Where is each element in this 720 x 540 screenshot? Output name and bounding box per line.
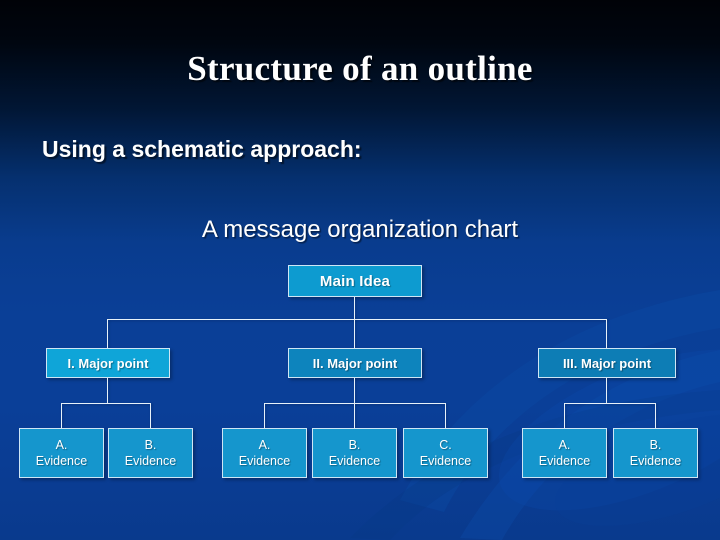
node-evidence-2a-label: Evidence bbox=[238, 454, 291, 468]
connector-bus-to-major-3 bbox=[606, 319, 607, 348]
connector-major-2-to-evidence-c bbox=[445, 403, 446, 428]
node-major-point-1-label: I. Major point bbox=[67, 355, 149, 371]
node-evidence-1b[interactable]: B. Evidence bbox=[108, 428, 193, 478]
connector-major-2-to-evidence-a bbox=[264, 403, 265, 428]
node-evidence-2c-letter: C. bbox=[439, 438, 452, 452]
connector-major-2-stem bbox=[354, 378, 355, 403]
connector-major-2-to-evidence-b bbox=[354, 403, 355, 428]
connector-major-1-stem bbox=[107, 378, 108, 403]
node-evidence-2c-label: Evidence bbox=[419, 454, 472, 468]
node-evidence-2c[interactable]: C. Evidence bbox=[403, 428, 488, 478]
node-major-point-2-label: II. Major point bbox=[312, 355, 398, 371]
node-evidence-2a[interactable]: A. Evidence bbox=[222, 428, 307, 478]
connector-major-3-to-evidence-b bbox=[655, 403, 656, 428]
connector-major-1-to-evidence-b bbox=[150, 403, 151, 428]
connector-main-to-bus bbox=[354, 297, 355, 319]
node-major-point-2[interactable]: II. Major point bbox=[288, 348, 422, 378]
node-evidence-2a-letter: A. bbox=[258, 438, 271, 452]
node-evidence-1b-label: Evidence bbox=[124, 454, 177, 468]
node-major-point-3-label: III. Major point bbox=[562, 355, 652, 371]
connector-major-3-to-evidence-a bbox=[564, 403, 565, 428]
node-evidence-1a-label: Evidence bbox=[35, 454, 88, 468]
node-evidence-3a[interactable]: A. Evidence bbox=[522, 428, 607, 478]
connector-level1-bus bbox=[107, 319, 607, 320]
node-evidence-3b[interactable]: B. Evidence bbox=[613, 428, 698, 478]
connector-major-1-bus bbox=[61, 403, 151, 404]
node-evidence-1a-letter: A. bbox=[55, 438, 68, 452]
node-evidence-3b-label: Evidence bbox=[629, 454, 682, 468]
node-major-point-1[interactable]: I. Major point bbox=[46, 348, 170, 378]
node-main-idea-label: Main Idea bbox=[319, 272, 391, 290]
node-evidence-2b-label: Evidence bbox=[328, 454, 381, 468]
node-evidence-1b-letter: B. bbox=[144, 438, 157, 452]
node-main-idea[interactable]: Main Idea bbox=[288, 265, 422, 297]
node-evidence-3b-letter: B. bbox=[649, 438, 662, 452]
connector-bus-to-major-1 bbox=[107, 319, 108, 348]
node-evidence-2b-letter: B. bbox=[348, 438, 361, 452]
node-evidence-1a[interactable]: A. Evidence bbox=[19, 428, 104, 478]
connector-major-3-stem bbox=[606, 378, 607, 403]
node-evidence-2b[interactable]: B. Evidence bbox=[312, 428, 397, 478]
connector-bus-to-major-2 bbox=[354, 319, 355, 348]
slide-canvas: Structure of an outline Using a schemati… bbox=[0, 0, 720, 540]
node-major-point-3[interactable]: III. Major point bbox=[538, 348, 676, 378]
organization-chart: Main Idea I. Major point II. Major point… bbox=[0, 0, 720, 540]
node-evidence-3a-label: Evidence bbox=[538, 454, 591, 468]
connector-major-1-to-evidence-a bbox=[61, 403, 62, 428]
connector-major-3-bus bbox=[564, 403, 655, 404]
node-evidence-3a-letter: A. bbox=[558, 438, 571, 452]
